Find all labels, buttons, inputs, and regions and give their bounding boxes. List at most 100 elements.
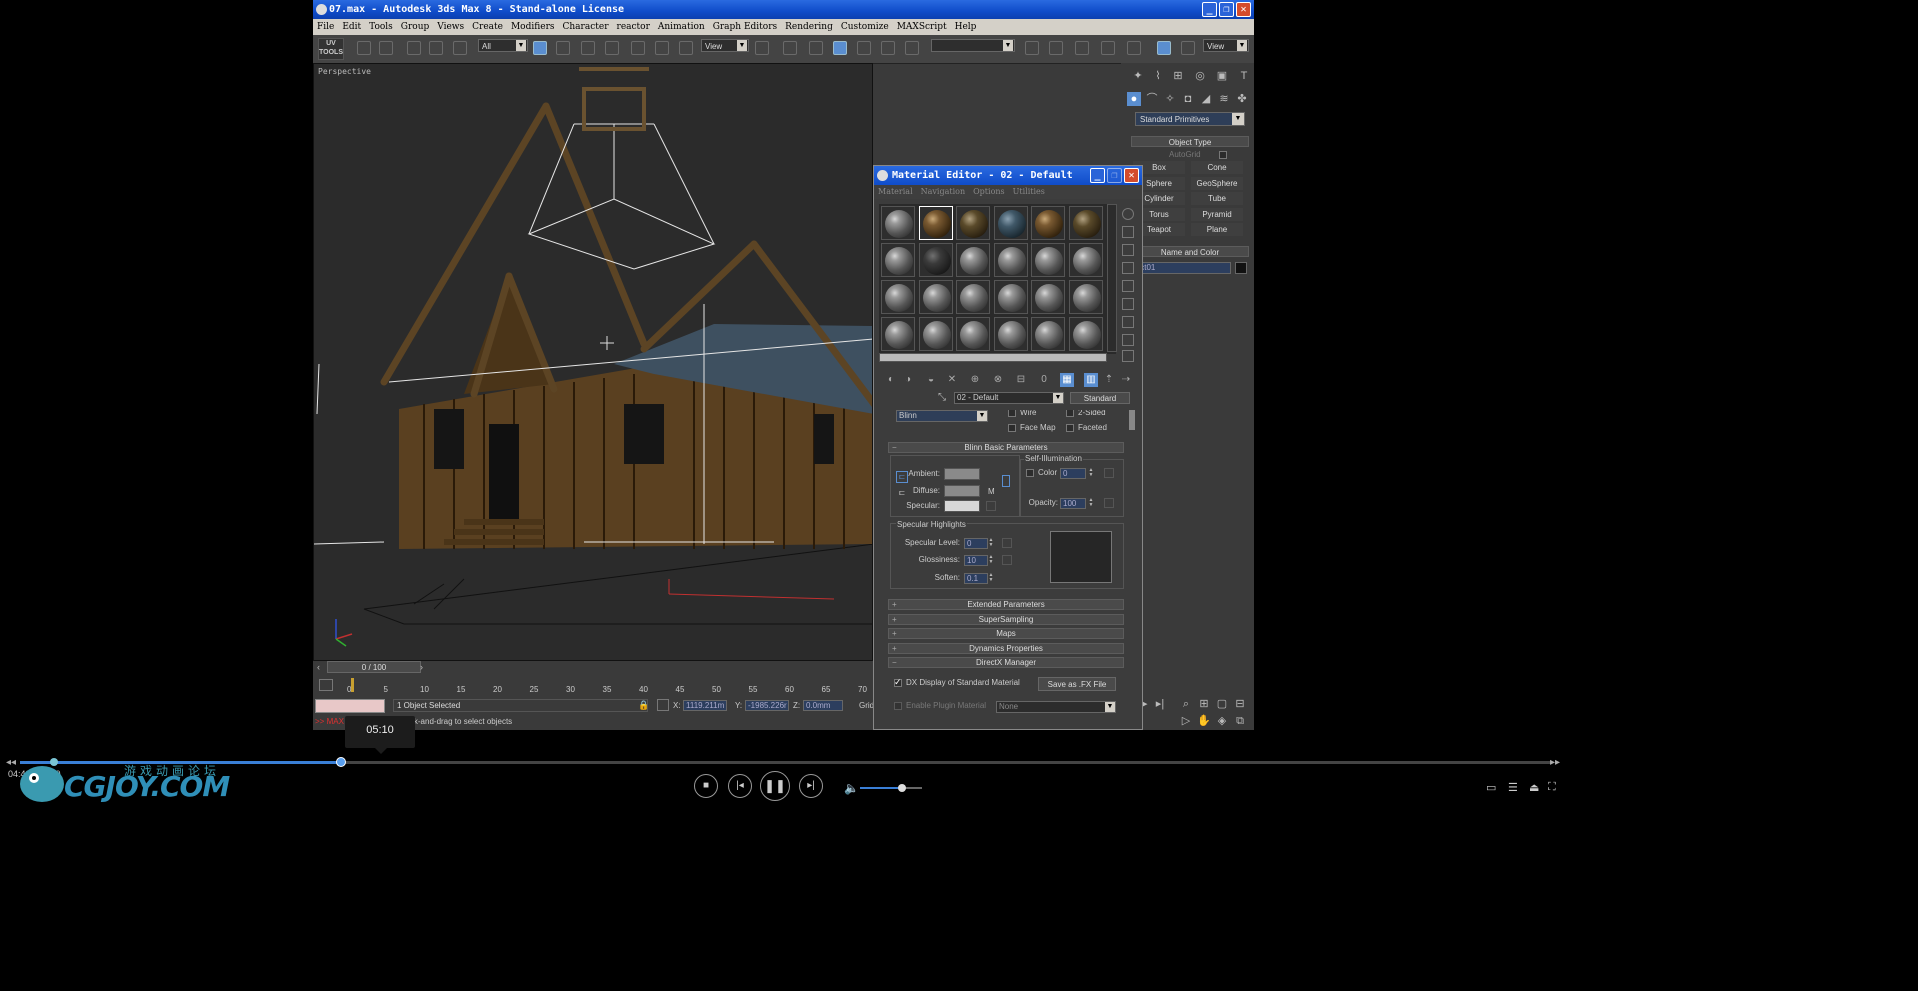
uv-tools-icon[interactable]: UV TOOLS	[318, 38, 344, 60]
sample-slot[interactable]	[1031, 243, 1065, 277]
fullscreen-icon[interactable]: ⛶	[1548, 781, 1556, 794]
object-name-field[interactable]: ject01	[1131, 262, 1231, 274]
field-of-view-icon[interactable]: ▷	[1179, 714, 1193, 728]
sample-slot[interactable]	[993, 243, 1028, 277]
go-forward-to-sibling-icon[interactable]: ⇢	[1119, 373, 1133, 387]
maxscript-listener-mini[interactable]	[315, 699, 385, 713]
sample-slot[interactable]	[1068, 280, 1103, 314]
select-manipulate-icon[interactable]	[783, 41, 797, 55]
pan-icon[interactable]: ✋	[1197, 714, 1211, 728]
background-icon[interactable]	[1122, 244, 1134, 256]
diffuse-color-swatch[interactable]	[944, 485, 980, 497]
unlink-icon[interactable]	[429, 41, 443, 55]
screen-mode-icon[interactable]: ▭	[1486, 781, 1496, 794]
soften-spinner-icon[interactable]: ▲ ▼	[988, 573, 994, 584]
sample-slot[interactable]	[1031, 317, 1065, 351]
curve-editor-icon[interactable]	[1101, 41, 1115, 55]
sample-slot[interactable]	[993, 317, 1028, 351]
arc-rotate-icon[interactable]: ◈	[1215, 714, 1229, 728]
menu-item-animation[interactable]: Animation	[658, 22, 705, 32]
zoom-all-icon[interactable]: ⊞	[1197, 697, 1211, 711]
self-illum-map-button[interactable]	[1104, 468, 1114, 478]
settings-icon[interactable]: ☰	[1508, 781, 1518, 794]
material-type-button[interactable]: Standard	[1070, 392, 1130, 404]
sample-slot[interactable]	[918, 243, 953, 277]
sample-slot[interactable]	[1068, 317, 1103, 351]
minimize-button[interactable]: _	[1202, 2, 1217, 17]
z-coordinate-field[interactable]: 0.0mm	[803, 700, 843, 711]
absolute-mode-icon[interactable]	[657, 699, 669, 711]
supersampling-rollout[interactable]: + SuperSampling	[888, 613, 1124, 625]
schematic-view-icon[interactable]	[1127, 41, 1141, 55]
sample-slot[interactable]	[918, 280, 953, 314]
menu-item-character[interactable]: Character	[563, 22, 609, 32]
zoom-icon[interactable]: ⌕	[1179, 697, 1193, 711]
lock-icon[interactable]: 🔒	[638, 700, 649, 711]
align-icon[interactable]	[1049, 41, 1063, 55]
select-by-name-icon[interactable]	[556, 41, 570, 55]
menu-item-edit[interactable]: Edit	[342, 22, 361, 32]
time-prev-icon[interactable]: ‹	[317, 662, 320, 672]
sample-slot[interactable]	[918, 206, 953, 240]
time-next-icon[interactable]: ›	[420, 662, 423, 672]
show-end-result-icon[interactable]: ▥	[1084, 373, 1098, 387]
rotate-icon[interactable]	[655, 41, 669, 55]
self-illum-spinner-icon[interactable]: ▲ ▼	[1088, 468, 1094, 479]
create-pyramid-button[interactable]: Pyramid	[1191, 207, 1243, 221]
next-button[interactable]: ▸|	[799, 774, 823, 798]
make-preview-icon[interactable]	[1122, 298, 1134, 310]
dynamics-properties-rollout[interactable]: + Dynamics Properties	[888, 642, 1124, 654]
opacity-map-button[interactable]	[1104, 498, 1114, 508]
backlight-icon[interactable]	[1122, 226, 1134, 238]
lock-diffuse-specular-icon[interactable]: ⊏	[896, 488, 908, 500]
create-tab-icon[interactable]: ✦	[1131, 69, 1145, 83]
name-color-rollout[interactable]: Name and Color	[1131, 246, 1249, 257]
faceted-checkbox[interactable]	[1066, 424, 1074, 432]
object-type-rollout[interactable]: Object Type	[1131, 136, 1249, 147]
create-tube-button[interactable]: Tube	[1191, 192, 1243, 205]
create-geosphere-button[interactable]: GeoSphere	[1191, 176, 1243, 190]
options-icon[interactable]	[1122, 316, 1134, 328]
sample-slot[interactable]	[1068, 206, 1103, 240]
extended-parameters-rollout[interactable]: + Extended Parameters	[888, 599, 1124, 610]
menu-item-views[interactable]: Views	[437, 22, 464, 32]
shader-dropdown[interactable]: Blinn ▼	[896, 410, 988, 422]
move-icon[interactable]	[631, 41, 645, 55]
redo-icon[interactable]	[379, 41, 393, 55]
material-name-field[interactable]: 02 - Default ▼	[954, 392, 1064, 404]
menu-item-modifiers[interactable]: Modifiers	[511, 22, 555, 32]
get-material-icon[interactable]: ◐	[884, 373, 898, 387]
curve-editor-mini-icon[interactable]	[319, 679, 333, 691]
diffuse-map-button[interactable]: M	[988, 486, 995, 497]
percent-snap-icon[interactable]	[857, 41, 871, 55]
face-map-checkbox[interactable]	[1008, 424, 1016, 432]
two-sided-checkbox[interactable]	[1066, 410, 1074, 417]
slots-vertical-scrollbar[interactable]	[1107, 204, 1117, 352]
hierarchy-tab-icon[interactable]: ⊞	[1171, 69, 1185, 83]
sample-slot[interactable]	[881, 243, 915, 277]
layer-manager-icon[interactable]	[1075, 41, 1089, 55]
plugin-material-dropdown[interactable]: None ▼	[996, 701, 1116, 713]
save-fx-button[interactable]: Save as .FX File	[1038, 677, 1116, 691]
me-menu-material[interactable]: Material	[878, 187, 913, 196]
utilities-tab-icon[interactable]: T	[1237, 69, 1251, 83]
self-illum-value-field[interactable]: 0	[1060, 468, 1086, 479]
scale-icon[interactable]	[679, 41, 693, 55]
angle-snap-icon[interactable]	[833, 41, 847, 55]
glossiness-field[interactable]: 10	[964, 555, 988, 566]
perspective-viewport[interactable]: Perspective	[313, 63, 873, 661]
maximize-viewport-icon[interactable]: ⧉	[1233, 714, 1247, 728]
create-plane-button[interactable]: Plane	[1191, 223, 1243, 236]
put-to-scene-icon[interactable]: ◑	[901, 373, 915, 387]
named-selection-dropdown[interactable]	[931, 39, 1015, 52]
reset-map-icon[interactable]: ✕	[945, 373, 959, 387]
menu-item-customize[interactable]: Customize	[841, 22, 889, 32]
specular-level-map-button[interactable]	[1002, 538, 1012, 548]
window-crossing-icon[interactable]	[605, 41, 619, 55]
menu-item-file[interactable]: File	[317, 22, 334, 32]
specular-level-spinner-icon[interactable]: ▲ ▼	[988, 538, 994, 549]
opacity-spinner-icon[interactable]: ▲ ▼	[1088, 498, 1094, 509]
fast-forward-icon[interactable]: ▸▸	[1550, 757, 1560, 768]
zoom-extents-icon[interactable]: ▢	[1215, 697, 1229, 711]
select-by-material-icon[interactable]	[1122, 334, 1134, 346]
